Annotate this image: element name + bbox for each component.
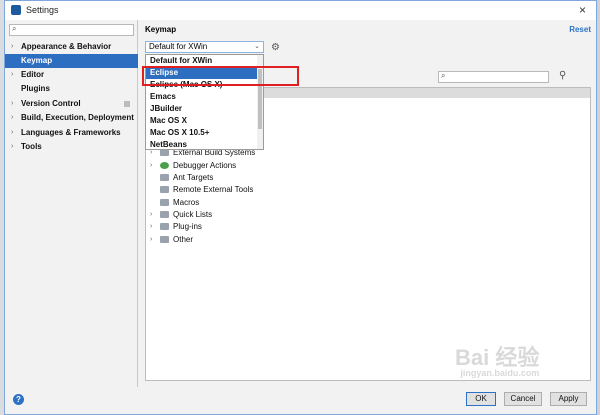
title-bar: Settings × [5, 1, 596, 20]
tree-row-label: Macros [173, 198, 200, 207]
help-icon[interactable]: ? [13, 394, 24, 405]
settings-sidebar: ⌕ › Appearance & Behavior Keymap › Edito… [5, 20, 138, 387]
sidebar-item-editor[interactable]: › Editor [5, 68, 138, 82]
watermark-text: Bai 经验 [455, 345, 540, 370]
sidebar-item-build-execution-deployment[interactable]: › Build, Execution, Deployment [5, 111, 138, 125]
chevron-right-icon: › [11, 129, 14, 136]
page-title: Keymap [145, 25, 177, 34]
close-icon[interactable]: × [579, 3, 586, 17]
dropdown-option-macosx[interactable]: Mac OS X [146, 115, 258, 127]
window-title: Settings [26, 5, 59, 15]
gear-icon[interactable]: ⚙ [271, 42, 280, 53]
debugger-icon [160, 162, 169, 169]
reset-link[interactable]: Reset [569, 25, 591, 34]
action-search-input[interactable]: ⌕ [438, 71, 549, 83]
app-icon [11, 5, 21, 15]
sidebar-item-label: Tools [21, 142, 42, 151]
sidebar-item-label: Keymap [21, 56, 53, 65]
folder-icon [160, 174, 169, 181]
tree-row-label: Remote External Tools [173, 185, 254, 194]
folder-icon [160, 199, 169, 206]
chevron-right-icon: › [150, 211, 153, 218]
dropdown-option-netbeans[interactable]: NetBeans [146, 139, 258, 149]
sidebar-search-input[interactable]: ⌕ [9, 24, 134, 36]
sidebar-item-label: Languages & Frameworks [21, 128, 121, 137]
highlight-annotation-box [142, 66, 299, 86]
sidebar-item-label: Appearance & Behavior [21, 42, 112, 51]
dropdown-option-jbuilder[interactable]: JBuilder [146, 103, 258, 115]
keymap-select-value: Default for XWin [149, 42, 208, 51]
find-by-shortcut-icon[interactable]: ⚲ [559, 70, 566, 81]
chevron-right-icon: › [150, 162, 153, 169]
chevron-down-icon: ⌄ [254, 43, 260, 50]
folder-icon [160, 211, 169, 218]
chevron-right-icon: › [11, 43, 14, 50]
project-level-icon [124, 101, 130, 107]
chevron-right-icon: › [11, 71, 14, 78]
chevron-right-icon: › [11, 143, 14, 150]
tree-row-label: Plug-ins [173, 222, 202, 231]
tree-row-label: Debugger Actions [173, 161, 237, 170]
watermark-subtext: jingyan.baidu.com [460, 368, 540, 378]
search-icon: ⌕ [441, 71, 446, 80]
sidebar-item-keymap[interactable]: Keymap [5, 54, 138, 68]
chevron-right-icon: › [11, 100, 14, 107]
chevron-right-icon: › [11, 114, 14, 121]
apply-button[interactable]: Apply [550, 392, 587, 406]
folder-icon [160, 223, 169, 230]
dropdown-option-emacs[interactable]: Emacs [146, 91, 258, 103]
tree-row-label: Ant Targets [173, 173, 214, 182]
sidebar-item-label: Plugins [21, 84, 50, 93]
folder-icon [160, 149, 169, 156]
keymap-select[interactable]: Default for XWin ⌄ [145, 41, 264, 53]
sidebar-item-label: Build, Execution, Deployment [21, 113, 134, 122]
sidebar-item-languages-frameworks[interactable]: › Languages & Frameworks [5, 126, 138, 140]
chevron-right-icon: › [150, 236, 153, 243]
sidebar-item-appearance-behavior[interactable]: › Appearance & Behavior [5, 40, 138, 54]
ok-button[interactable]: OK [466, 392, 496, 406]
sidebar-item-version-control[interactable]: › Version Control [5, 97, 138, 111]
chevron-right-icon: › [150, 223, 153, 230]
folder-icon [160, 236, 169, 243]
sidebar-item-tools[interactable]: › Tools [5, 140, 138, 154]
sidebar-item-plugins[interactable]: Plugins [5, 82, 138, 96]
cancel-button[interactable]: Cancel [504, 392, 542, 406]
folder-icon [160, 186, 169, 193]
tree-row-label: Other [173, 235, 194, 244]
sidebar-item-label: Editor [21, 70, 45, 79]
search-icon: ⌕ [12, 24, 17, 33]
sidebar-item-label: Version Control [21, 99, 81, 108]
tree-row-label: Quick Lists [173, 210, 213, 219]
dropdown-option-macosx-105[interactable]: Mac OS X 10.5+ [146, 127, 258, 139]
watermark-logo: Bai 经验 jingyan.baidu.com [455, 340, 539, 378]
